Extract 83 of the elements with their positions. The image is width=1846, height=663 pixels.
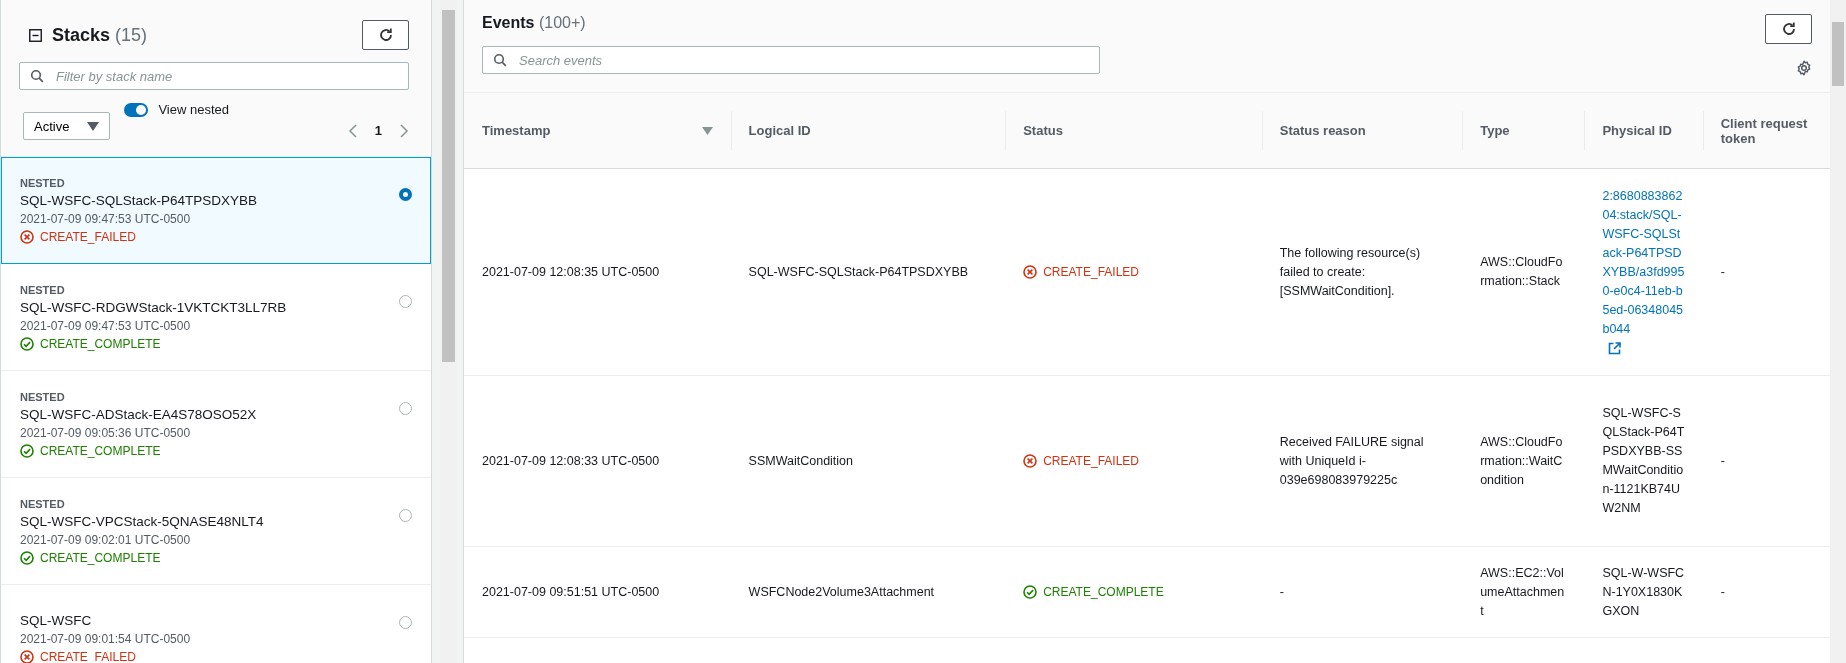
status-text: CREATE_FAILED <box>1043 263 1139 281</box>
stack-status: CREATE_FAILED <box>40 650 136 663</box>
external-link-icon[interactable] <box>1608 341 1622 355</box>
sort-icon[interactable] <box>701 126 713 135</box>
table-cell: - <box>1279 584 1284 599</box>
panel-title: Stacks (15) <box>52 24 148 46</box>
page-number[interactable]: 1 <box>374 123 382 138</box>
stack-status: CREATE_COMPLETE <box>40 444 161 458</box>
settings-icon[interactable] <box>1796 60 1812 76</box>
search-icon <box>30 69 44 83</box>
refresh-icon <box>377 27 394 43</box>
table-cell-text: AWS::EC2::VolumeAttachment <box>1480 564 1566 620</box>
table-cell: SQL-WSFC-SQLStack-P64TPSDXYBB <box>748 264 969 279</box>
stack-status: CREATE_FAILED <box>40 230 136 244</box>
nested-label: NESTED <box>20 391 66 403</box>
next-page-icon[interactable] <box>400 123 409 138</box>
status-text: CREATE_FAILED <box>1043 452 1139 470</box>
table-cell-text: SQL-WSFC-SQLStack-P64TPSDXYBB-SSMWaitCondition-1121KB74UW2NM <box>1602 405 1685 517</box>
column-header[interactable]: Status reason <box>1279 123 1445 138</box>
table-cell: Received FAILURE signal with UniqueId i-039e698083979225c <box>1279 434 1424 487</box>
table-cell: - <box>1720 584 1725 599</box>
table-cell: 2021-07-09 12:08:33 UTC-0500 <box>482 453 660 468</box>
column-header[interactable]: Status <box>1023 123 1244 138</box>
stack-name: SQL-WSFC-SQLStack-P64TPSDXYBB <box>20 193 258 208</box>
panel-title: Events (100+) <box>482 14 587 32</box>
radio-button[interactable] <box>399 509 412 522</box>
column-header[interactable]: Logical ID <box>748 123 988 138</box>
column-header[interactable]: Timestamp <box>482 123 551 138</box>
table-cell: - <box>1720 264 1725 279</box>
search-icon <box>493 53 507 67</box>
nested-label: NESTED <box>20 177 66 189</box>
radio-button[interactable] <box>399 295 412 308</box>
table-cell: - <box>1720 453 1725 468</box>
table-cell: The following resource(s) failed to create: [SSMWaitCondition]. <box>1279 245 1421 298</box>
status-dropdown[interactable]: Active <box>23 112 111 140</box>
stack-item[interactable]: SQL-WSFC 2021-07-09 09:01:54 UTC-0500 CREATE_FAILED <box>1 585 431 663</box>
stack-name: SQL-WSFC-RDGWStack-1VKTCKT3LL7RB <box>20 300 287 315</box>
status-text: CREATE_COMPLETE <box>1043 583 1164 601</box>
stack-item[interactable]: NESTED SQL-WSFC-SQLStack-P64TPSDXYBB 2021-07-09 09:47:53 UTC-0500 CREATE_FAILED <box>1 157 431 264</box>
stack-item[interactable]: NESTED SQL-WSFC-RDGWStack-1VKTCKT3LL7RB 2021-07-09 09:47:53 UTC-0500 CREATE_COMPLETE <box>1 264 431 371</box>
error-icon <box>20 650 34 663</box>
stack-status: CREATE_COMPLETE <box>40 551 161 565</box>
radio-button[interactable] <box>399 188 412 201</box>
stack-time: 2021-07-09 09:02:01 UTC-0500 <box>20 533 192 547</box>
check-circle-icon <box>1023 585 1038 599</box>
stack-name: SQL-WSFC-ADStack-EA4S78OSO52X <box>20 407 257 422</box>
check-circle-icon <box>20 551 34 565</box>
table-cell: WSFCNode2Volume3Attachment <box>748 584 935 599</box>
table-cell: SSMWaitCondition <box>748 453 853 468</box>
error-icon <box>1023 454 1038 468</box>
error-icon <box>1023 265 1038 279</box>
table-cell-text: SQL-W-WSFCN-1Y0X1830KGXON <box>1602 564 1685 620</box>
refresh-button[interactable] <box>1765 14 1812 44</box>
stack-item[interactable]: NESTED SQL-WSFC-VPCStack-5QNASE48NLT4 2021-07-09 09:02:01 UTC-0500 CREATE_COMPLETE <box>1 478 431 585</box>
stack-item[interactable]: NESTED SQL-WSFC-ADStack-EA4S78OSO52X 2021-07-09 09:05:36 UTC-0500 CREATE_COMPLETE <box>1 371 431 478</box>
radio-button[interactable] <box>399 616 412 629</box>
check-circle-icon <box>20 444 34 458</box>
nested-label: NESTED <box>20 498 66 510</box>
table-cell-text: AWS::CloudFormation::Stack <box>1480 254 1564 290</box>
stack-status: CREATE_COMPLETE <box>40 337 161 351</box>
previous-page-icon[interactable] <box>347 123 357 138</box>
error-icon <box>20 230 34 244</box>
column-header[interactable]: Physical ID <box>1602 123 1685 138</box>
table-cell: 2021-07-09 09:51:51 UTC-0500 <box>482 584 660 599</box>
column-header[interactable]: Client request token <box>1720 115 1812 146</box>
view-nested-toggle[interactable] <box>124 102 149 117</box>
check-circle-icon <box>20 337 34 351</box>
refresh-button[interactable] <box>362 20 409 50</box>
table-cell: 2021-07-09 12:08:35 UTC-0500 <box>482 264 660 279</box>
stack-time: 2021-07-09 09:01:54 UTC-0500 <box>20 632 191 646</box>
radio-button[interactable] <box>399 402 412 415</box>
collapse-icon[interactable] <box>29 28 42 42</box>
column-header[interactable]: Type <box>1480 123 1567 138</box>
stack-name: SQL-WSFC <box>20 613 93 628</box>
stack-name: SQL-WSFC-VPCStack-5QNASE48NLT4 <box>20 514 264 529</box>
nested-label: NESTED <box>20 284 66 296</box>
caret-icon <box>87 121 100 131</box>
stack-time: 2021-07-09 09:47:53 UTC-0500 <box>20 212 192 226</box>
toggle-label: View nested <box>158 102 229 117</box>
table-cell-text: AWS::CloudFormation::WaitCondition <box>1480 433 1564 489</box>
refresh-icon <box>1780 21 1797 37</box>
stack-time: 2021-07-09 09:47:53 UTC-0500 <box>20 319 192 333</box>
stack-time: 2021-07-09 09:05:36 UTC-0500 <box>20 426 192 440</box>
